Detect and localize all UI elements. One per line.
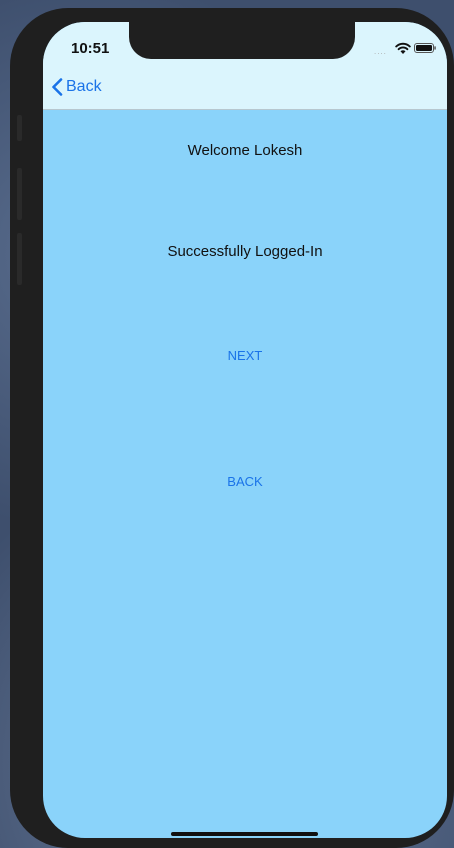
volume-up-button [17,168,22,220]
battery-icon [414,43,436,53]
next-button[interactable]: NEXT [43,348,447,363]
welcome-text: Welcome Lokesh [187,142,303,159]
notch [129,22,355,59]
phone-frame: 10:51 .... Back Welcome Lokesh Successfu… [10,8,454,848]
app-screen: 10:51 .... Back Welcome Lokesh Successfu… [43,22,447,838]
navigation-bar: Back [43,72,447,110]
mute-switch [17,115,22,141]
volume-down-button [17,233,22,285]
login-status-text: Successfully Logged-In [167,243,323,260]
home-indicator [171,832,318,836]
nav-back-label: Back [66,78,102,95]
back-button[interactable]: BACK [43,474,447,489]
wifi-icon [395,42,411,54]
status-time: 10:51 [71,40,110,57]
nav-back-button[interactable]: Back [51,78,102,96]
chevron-left-icon [52,78,63,96]
signal-dots: .... [374,47,387,56]
